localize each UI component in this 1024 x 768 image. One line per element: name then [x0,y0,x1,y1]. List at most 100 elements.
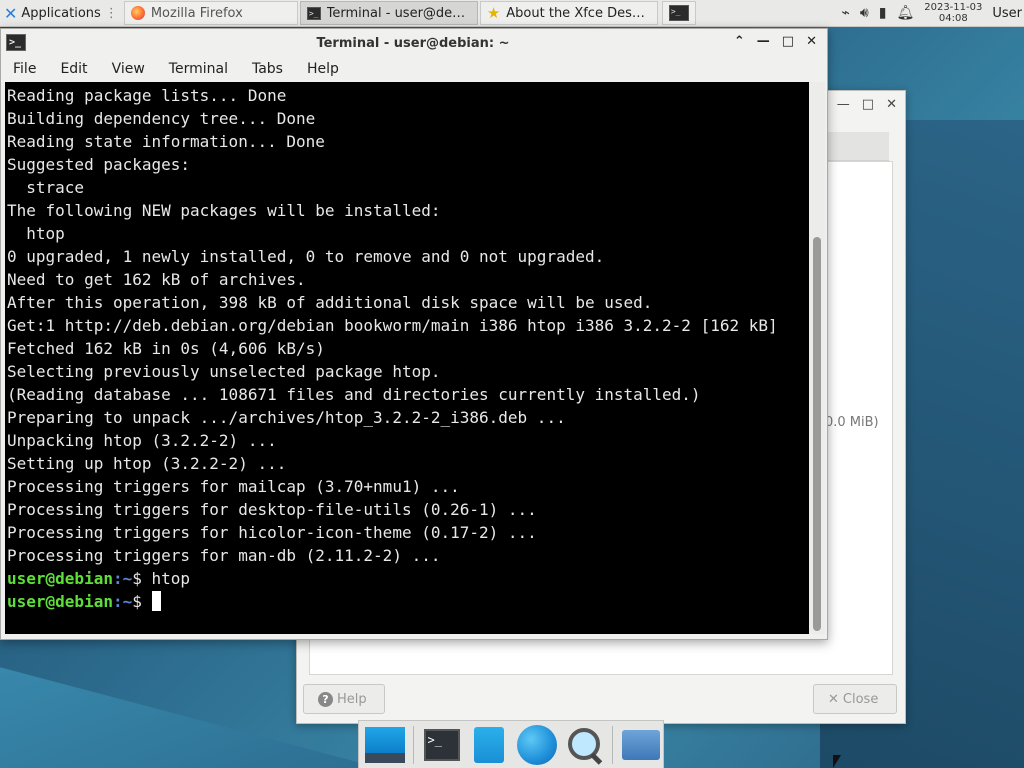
prompt-symbol: $ [132,592,142,611]
menu-terminal[interactable]: Terminal [157,61,240,77]
terminal-output-line: strace [7,178,85,197]
prompt-user: user@debian [7,569,113,588]
prompt-line-current: user@debian:~$ [7,590,809,613]
dock-terminal[interactable]: >_ [420,723,464,767]
terminal-output-line: Unpacking htop (3.2.2-2) ... [7,431,277,450]
terminal-output-line: Fetched 162 kB in 0s (4,606 kB/s) [7,339,325,358]
close-button[interactable]: ✕ Close [813,684,897,714]
menu-tabs[interactable]: Tabs [240,61,295,77]
terminal-output-line: Need to get 162 kB of archives. [7,270,306,289]
dock-file-manager[interactable] [619,723,663,767]
menu-file[interactable]: File [1,61,48,77]
help-icon: ? [318,691,333,707]
terminal-output-line: Building dependency tree... Done [7,109,316,128]
file-icon [474,726,505,763]
applications-label: Applications [21,5,101,21]
menu-help[interactable]: Help [295,61,351,77]
prompt-path: :~ [112,569,133,588]
terminal-output-line: Processing triggers for man-db (2.11.2-2… [7,546,441,565]
notification-bell-icon[interactable]: 🔔︎ [896,5,914,21]
terminal-output: Reading package lists... Done Building de… [5,82,809,613]
terminal-window: >_ Terminal - user@debian: ~ ⌃ — □ ✕ Fil… [0,28,828,640]
dialog-tab-strip [827,132,889,161]
user-menu[interactable]: User [992,6,1022,21]
terminal-menubar: File Edit View Terminal Tabs Help [1,57,825,81]
dock-show-desktop[interactable] [363,723,407,767]
prompt-symbol: $ [132,569,142,588]
terminal-output-line: Reading package lists... Done [7,86,287,105]
dock-separator [412,725,414,764]
terminal-output-line: The following NEW packages will be insta… [7,201,441,220]
battery-icon[interactable]: ▮ [879,5,887,21]
close-icon: ✕ [828,691,839,707]
terminal-output-line: After this operation, 398 kB of addition… [7,293,653,312]
launcher-terminal-button[interactable]: >_ [661,1,696,25]
terminal-output-line: Processing triggers for mailcap (3.70+nm… [7,477,460,496]
taskbar-firefox[interactable]: Mozilla Firefox [123,1,298,25]
prompt-line: user@debian:~$ htop [7,567,809,590]
terminal-output-line: 0 upgraded, 1 newly installed, 0 to remo… [7,247,605,266]
terminal-titlebar[interactable]: >_ Terminal - user@debian: ~ ⌃ — □ ✕ [1,29,825,57]
applications-menu-button[interactable]: ✕ Applications ⋮ [0,0,122,26]
window-title: Terminal - user@debian: ~ [316,35,510,51]
prompt-user: user@debian [7,592,113,611]
terminal-icon: >_ [306,6,321,20]
maximize-icon[interactable]: □ [862,97,874,112]
text-cursor [151,591,161,611]
terminal-icon: >_ [668,5,689,21]
command-text: htop [141,569,191,588]
top-panel: ✕ Applications ⋮ Mozilla Firefox >_ Term… [0,0,1024,27]
minimize-icon[interactable]: — [757,34,770,49]
dock-web-browser[interactable] [515,723,559,767]
clock[interactable]: 2023-11-03 04:08 [924,2,982,24]
menu-view[interactable]: View [100,61,157,77]
maximize-icon[interactable]: □ [782,34,794,49]
terminal-output-line: htop [7,224,65,243]
terminal-icon: >_ [423,728,460,761]
taskbar-about-xfce[interactable]: ★ About the Xfce Desk... [479,1,658,25]
star-icon: ★ [486,4,501,22]
globe-icon [516,724,557,765]
minimize-icon[interactable]: — [837,97,850,112]
dock-separator [612,725,614,764]
shade-icon[interactable]: ⌃ [734,34,745,49]
terminal-output-line: (Reading database ... 108671 files and d… [7,385,701,404]
close-icon[interactable]: ✕ [806,34,817,49]
xfce-logo-icon: ✕ [4,3,18,23]
folder-icon [622,729,661,760]
volume-icon[interactable]: 🔊︎ [860,5,869,21]
firefox-icon [130,6,145,20]
prompt-path: :~ [112,592,133,611]
menu-edit[interactable]: Edit [48,61,99,77]
terminal-output-line: Suggested packages: [7,155,191,174]
dock-panel: >_ [358,720,664,768]
desktop-icon [364,726,405,763]
scrollbar-thumb[interactable] [813,237,821,631]
clock-date: 2023-11-03 [924,2,983,13]
close-label: Close [842,691,879,707]
current-input [142,592,152,611]
clock-time: 04:08 [938,13,968,24]
terminal-output-line: Processing triggers for desktop-file-uti… [7,500,537,519]
terminal-screen[interactable]: Reading package lists... Done Building de… [5,82,809,634]
system-tray: ⌁ 🔊︎ ▮ 🔔︎ 2023-11-03 04:08 User [841,0,1024,26]
dock-app-finder[interactable] [563,723,607,767]
taskbar-label: Terminal - user@deb... [326,5,471,21]
terminal-output-line: Preparing to unpack .../archives/htop_3.… [7,408,566,427]
terminal-output-line: Reading state information... Done [7,132,325,151]
help-button[interactable]: ? Help [303,684,385,714]
terminal-scrollbar[interactable] [809,82,825,634]
terminal-icon: >_ [6,34,26,51]
panel-separator-icon: ⋮ [104,5,118,21]
window-buttons: ⌃ — □ ✕ [734,34,817,49]
taskbar-terminal[interactable]: >_ Terminal - user@deb... [299,1,478,25]
taskbar-label: Mozilla Firefox [150,5,243,21]
taskbar-label: About the Xfce Desk... [506,5,651,21]
dock-files[interactable] [467,723,511,767]
dialog-window-buttons: — □ ✕ [837,97,897,112]
network-icon[interactable]: ⌁ [841,5,849,21]
mouse-pointer-icon [833,755,841,768]
terminal-output-line: Get:1 http://deb.debian.org/debian bookw… [7,316,778,335]
terminal-output-line: Processing triggers for hicolor-icon-the… [7,523,537,542]
close-icon[interactable]: ✕ [886,97,897,112]
